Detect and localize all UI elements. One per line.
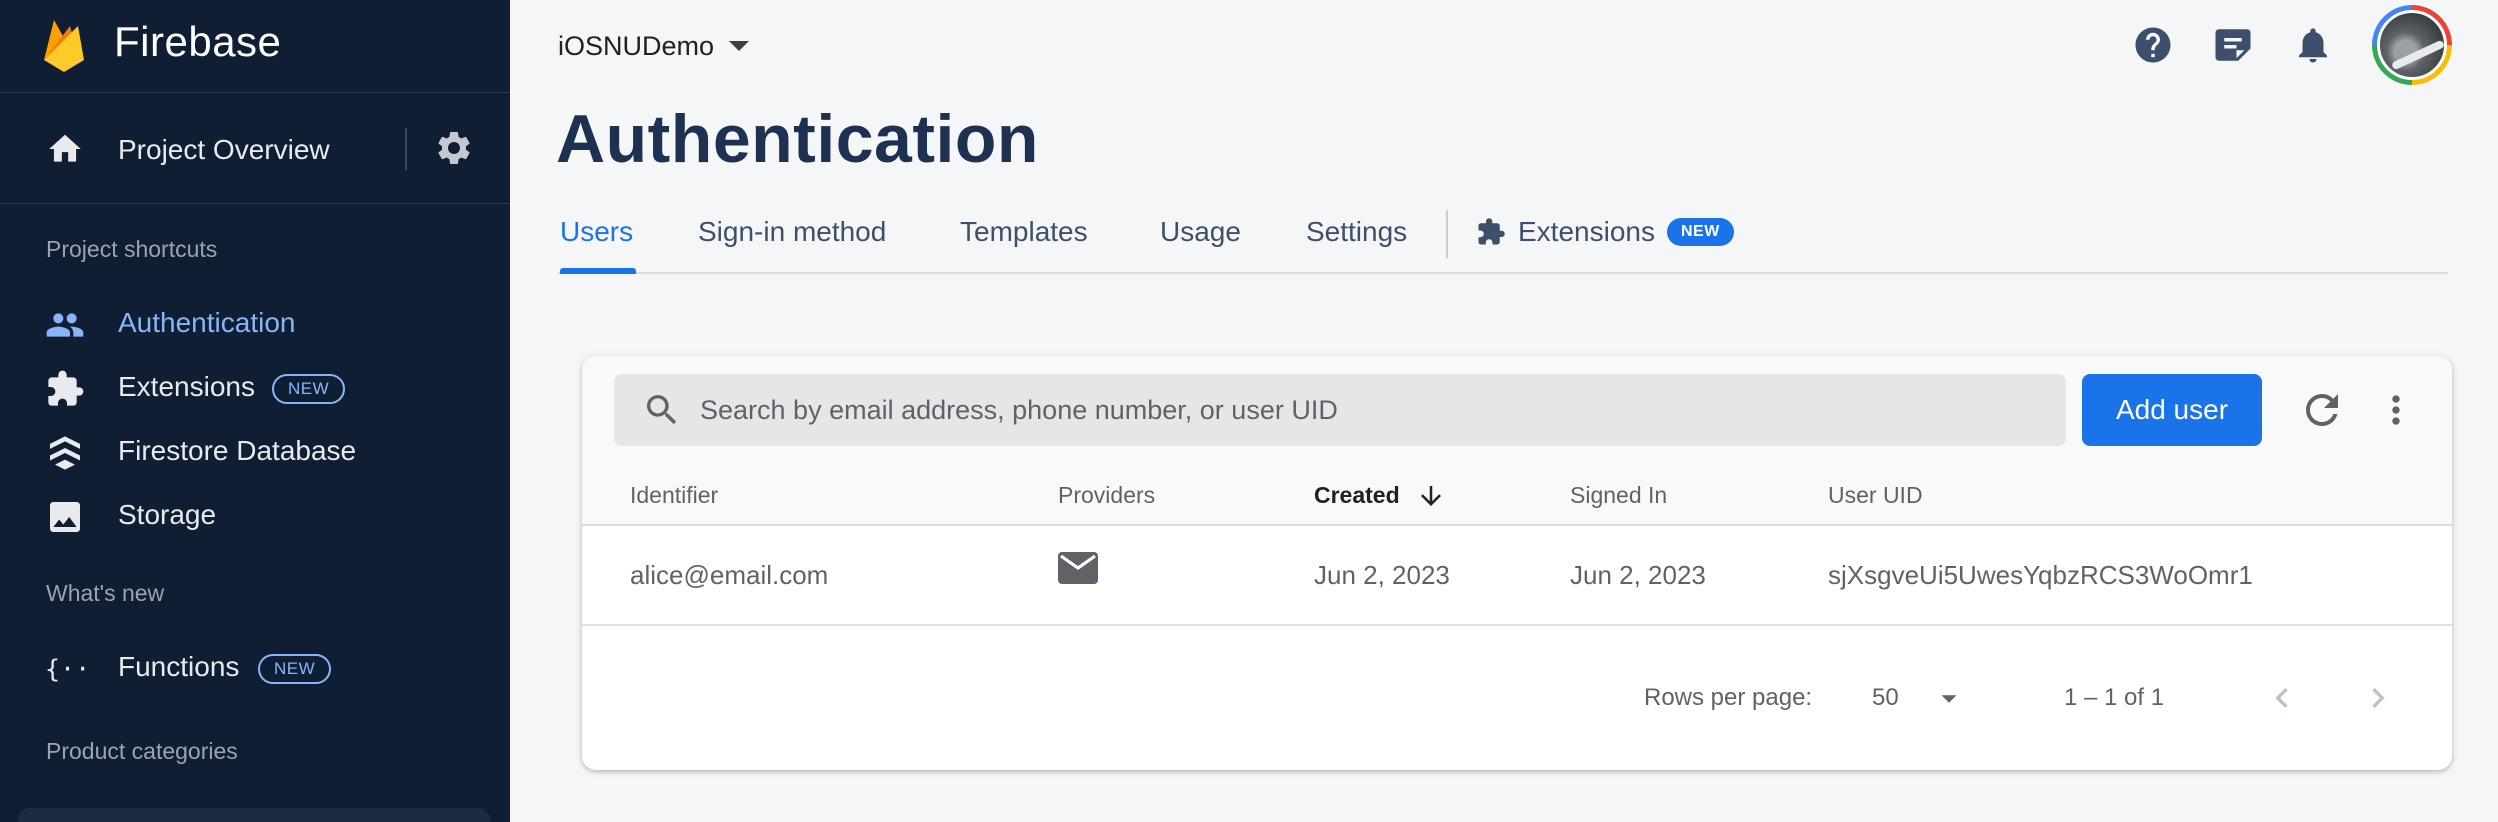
section-product-categories: Product categories (46, 738, 238, 764)
sidebar-item-firestore-database[interactable]: Firestore Database (0, 425, 510, 481)
caret-down-icon (729, 41, 750, 51)
tab-templates[interactable]: Templates (960, 216, 1088, 248)
cell-signed-in: Jun 2, 2023 (1570, 560, 1706, 590)
section-project-shortcuts: Project shortcuts (46, 236, 218, 262)
column-header-identifier[interactable]: Identifier (630, 482, 718, 509)
extensions-icon (48, 370, 84, 406)
column-header-signed-in[interactable]: Signed In (1570, 482, 1667, 509)
svg-text:{···}: {···} (45, 654, 86, 683)
divider (405, 128, 407, 170)
page-range: 1 – 1 of 1 (2064, 684, 2165, 711)
gear-icon[interactable] (434, 128, 474, 168)
column-header-created[interactable]: Created (1314, 482, 1400, 509)
avatar-image (2377, 10, 2447, 80)
product-category-item[interactable] (18, 808, 490, 822)
tab-bar: Users Sign-in method Templates Usage Set… (558, 206, 2448, 274)
rows-per-page-select[interactable]: 50 (1872, 684, 1899, 712)
feedback-icon[interactable] (2212, 24, 2254, 66)
notifications-icon[interactable] (2292, 24, 2334, 66)
new-badge: NEW (1666, 218, 1734, 246)
tab-divider (1446, 210, 1448, 258)
extensions-icon (1478, 218, 1505, 245)
tab-label: Extensions (1518, 216, 1655, 247)
sidebar-item-authentication[interactable]: Authentication (0, 297, 510, 353)
people-icon (46, 313, 84, 337)
cell-identifier: alice@email.com (630, 560, 829, 590)
add-user-button[interactable]: Add user (2082, 374, 2262, 446)
sidebar-item-label: Firestore Database (118, 435, 357, 466)
tab-settings[interactable]: Settings (1306, 216, 1407, 248)
more-vert-icon[interactable] (2374, 388, 2418, 432)
sidebar-item-label: Authentication (118, 307, 296, 338)
tab-usage[interactable]: Usage (1160, 216, 1241, 248)
column-header-providers: Providers (1058, 482, 1156, 508)
project-overview-link[interactable]: Project Overview (118, 134, 330, 166)
sidebar-item-functions[interactable]: {···} Functions NEW (0, 641, 510, 697)
sidebar-item-storage[interactable]: Storage (0, 489, 510, 545)
search-icon (647, 395, 677, 425)
active-tab-indicator (560, 268, 636, 274)
sidebar-item-label: Functions (118, 651, 240, 682)
sidebar: Firebase Project Overview Project shortc… (0, 0, 510, 822)
sidebar-item-label: Storage (118, 499, 217, 530)
cell-created: Jun 2, 2023 (1314, 560, 1450, 590)
sidebar-item-extensions[interactable]: Extensions NEW (0, 361, 510, 417)
tab-extensions[interactable]: Extensions NEW (1476, 216, 1734, 248)
caret-down-icon[interactable] (1934, 684, 1964, 714)
avatar[interactable] (2372, 5, 2452, 85)
arrow-down-icon[interactable] (1416, 480, 1446, 512)
header-actions (2132, 4, 2452, 86)
sidebar-item-label: Extensions (118, 371, 255, 402)
refresh-icon[interactable] (2298, 386, 2346, 434)
table-row[interactable]: alice@email.com Jun 2, 2023 Jun 2, 2023 … (582, 528, 2452, 626)
users-toolbar: Add user (582, 356, 2452, 464)
table-header: Identifier Providers Created Signed In U… (582, 464, 2452, 526)
search-box[interactable] (614, 374, 2066, 446)
image-icon (50, 502, 80, 532)
search-input[interactable] (700, 374, 2040, 446)
tab-users[interactable]: Users (560, 216, 633, 248)
project-name: iOSNUDemo (558, 30, 715, 61)
rows-per-page-label: Rows per page: (1644, 684, 1813, 711)
chevron-left-icon[interactable] (2262, 678, 2302, 718)
project-selector[interactable]: iOSNUDemo (558, 28, 750, 64)
new-badge: NEW (272, 374, 346, 404)
firebase-logo-icon (44, 20, 84, 72)
section-whats-new: What's new (46, 580, 165, 606)
project-overview: Project Overview (0, 94, 510, 204)
help-icon[interactable] (2132, 24, 2174, 66)
tab-sign-in-method[interactable]: Sign-in method (698, 216, 886, 248)
brand-name: Firebase (114, 18, 282, 65)
home-icon[interactable] (46, 130, 84, 168)
firestore-icon (50, 436, 80, 470)
column-header-user-uid: User UID (1828, 482, 1923, 508)
page-title: Authentication (556, 101, 1039, 177)
mail-icon (1058, 552, 1098, 584)
chevron-right-icon[interactable] (2358, 678, 2398, 718)
users-card: Add user Identifier Providers Created Si… (582, 356, 2452, 770)
brand-header[interactable]: Firebase (0, 0, 510, 93)
functions-icon: {···} (45, 654, 86, 683)
cell-user-uid: sjXsgveUi5UwesYqbzRCS3WoOmr1 (1828, 560, 2253, 590)
new-badge: NEW (258, 654, 332, 684)
pagination: Rows per page: 50 1 – 1 of 1 (582, 628, 2452, 770)
